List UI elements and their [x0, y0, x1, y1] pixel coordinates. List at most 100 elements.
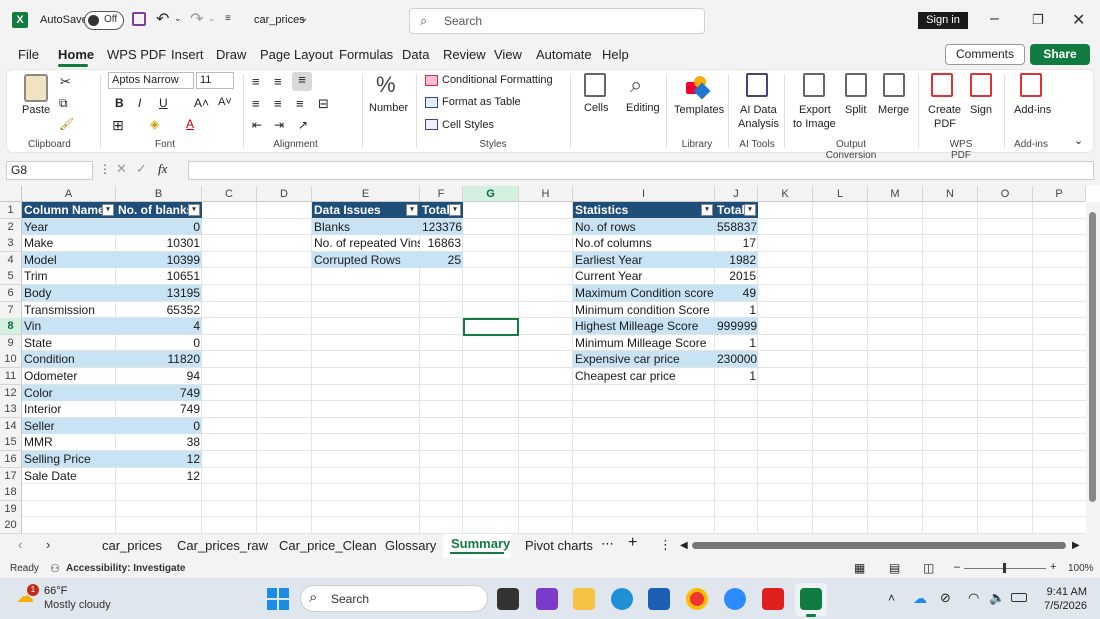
data-issues-table-row-label[interactable]: No. of repeated Vins: [312, 235, 420, 251]
export-label-1[interactable]: Export: [799, 104, 831, 116]
blanks-table-row-value[interactable]: 0: [116, 335, 202, 351]
network-off-icon[interactable]: ⊘: [940, 590, 951, 606]
number-label[interactable]: Number: [369, 102, 408, 114]
blanks-table-header-total[interactable]: No. of blanks ▾: [116, 202, 202, 218]
bold-icon[interactable]: B: [115, 96, 124, 110]
templates-label[interactable]: Templates: [674, 104, 724, 116]
search-box[interactable]: ⌕ Search: [409, 8, 705, 34]
wifi-icon[interactable]: ◠: [968, 590, 979, 606]
column-header-p[interactable]: P: [1033, 186, 1086, 202]
cell-styles-button[interactable]: Cell Styles: [442, 119, 494, 131]
volume-icon[interactable]: 🔈: [989, 590, 1005, 606]
ai-data-label-2[interactable]: Analysis: [738, 118, 779, 130]
statistics-table-row-value[interactable]: 49: [715, 285, 758, 301]
row-header-8[interactable]: 8: [0, 318, 22, 336]
row-header-6[interactable]: 6: [0, 285, 22, 302]
blanks-table-row-label[interactable]: Vin: [22, 318, 116, 335]
align-center-icon[interactable]: ≡: [274, 96, 282, 111]
row-header-11[interactable]: 11: [0, 368, 22, 385]
undo-dropdown-icon[interactable]: ⌄: [174, 13, 182, 24]
zoom-app-icon[interactable]: [724, 588, 746, 610]
row-header-14[interactable]: 14: [0, 417, 22, 435]
cut-icon[interactable]: ✂: [60, 74, 71, 90]
blanks-table-row-value[interactable]: 4: [116, 318, 202, 335]
row-header-18[interactable]: 18: [0, 484, 22, 502]
create-pdf-icon[interactable]: [931, 73, 953, 97]
blanks-table-row-value[interactable]: 38: [116, 434, 202, 450]
filter-dropdown-icon[interactable]: ▾: [449, 204, 461, 216]
row-header-9[interactable]: 9: [0, 334, 22, 352]
fill-color-icon[interactable]: ◈: [150, 117, 159, 131]
menu-wps-pdf[interactable]: WPS PDF: [107, 47, 166, 62]
tab-options-icon[interactable]: ⋮: [659, 537, 672, 553]
blanks-table-row-value[interactable]: 94: [116, 368, 202, 384]
cells-icon[interactable]: [584, 73, 606, 97]
select-all-corner[interactable]: [0, 186, 22, 202]
formula-options-icon[interactable]: ⋮: [99, 162, 111, 176]
orientation-icon[interactable]: ↗: [298, 118, 308, 132]
blanks-table-row-label[interactable]: State: [22, 335, 116, 351]
align-middle-icon[interactable]: ≡: [274, 74, 282, 89]
split-icon[interactable]: [845, 73, 867, 97]
blanks-table-row-label[interactable]: Selling Price: [22, 451, 116, 467]
sheet-tab-car-price-clean[interactable]: Car_price_Clean: [279, 538, 377, 553]
blanks-table-row-label[interactable]: Interior: [22, 401, 116, 417]
export-image-icon[interactable]: [803, 73, 825, 97]
align-bottom-icon[interactable]: ≡: [292, 72, 312, 91]
blanks-table-row-value[interactable]: 10651: [116, 268, 202, 284]
column-header-i[interactable]: I: [573, 186, 715, 202]
borders-icon[interactable]: ⊞: [112, 117, 124, 134]
start-windows-icon[interactable]: [267, 588, 289, 610]
page-layout-view-icon[interactable]: ▤: [889, 561, 900, 575]
paste-icon[interactable]: [24, 74, 48, 102]
column-header-c[interactable]: C: [202, 186, 257, 202]
selected-cell-g8[interactable]: [463, 318, 519, 336]
blanks-table-row-value[interactable]: 749: [116, 401, 202, 417]
filter-dropdown-icon[interactable]: ▾: [406, 204, 418, 216]
statistics-table-header-name[interactable]: Statistics ▾: [573, 202, 715, 218]
filter-dropdown-icon[interactable]: ▾: [744, 204, 756, 216]
undo-icon[interactable]: ↶: [156, 9, 169, 29]
chrome-icon[interactable]: [686, 588, 708, 610]
blanks-table-row-label[interactable]: Odometer: [22, 368, 116, 384]
microsoft365-icon[interactable]: [536, 588, 558, 610]
share-button[interactable]: Share: [1030, 44, 1090, 65]
menu-view[interactable]: View: [494, 47, 522, 62]
sheet-tab-summary[interactable]: Summary: [451, 536, 510, 551]
menu-help[interactable]: Help: [602, 47, 629, 62]
column-header-f[interactable]: F: [420, 186, 463, 202]
blanks-table-row-value[interactable]: 0: [116, 218, 202, 235]
accessibility-icon[interactable]: ⚇: [50, 562, 60, 575]
close-icon[interactable]: ✕: [1072, 10, 1085, 30]
ai-data-analysis-icon[interactable]: [746, 73, 768, 97]
data-issues-table-row-value[interactable]: 25: [420, 251, 463, 268]
menu-data[interactable]: Data: [402, 47, 429, 62]
more-sheets-icon[interactable]: ⋯: [601, 536, 614, 552]
battery-icon[interactable]: [1011, 593, 1027, 602]
redo-dropdown-icon[interactable]: ⌄: [208, 13, 216, 24]
blanks-table-row-label[interactable]: Model: [22, 251, 116, 268]
blanks-table-row-value[interactable]: 10301: [116, 235, 202, 251]
data-issues-table-row-value[interactable]: 16863: [420, 235, 463, 251]
excel-taskbar-icon[interactable]: [800, 588, 822, 610]
onedrive-icon[interactable]: ☁: [913, 590, 927, 607]
vertical-scrollbar[interactable]: [1086, 202, 1100, 534]
data-issues-table-row-label[interactable]: Corrupted Rows: [312, 251, 420, 268]
filter-dropdown-icon[interactable]: ▾: [188, 204, 200, 216]
save-icon[interactable]: [132, 12, 146, 26]
sheet-tab-car-prices-raw[interactable]: Car_prices_raw: [177, 538, 268, 553]
normal-view-icon[interactable]: ▦: [854, 561, 865, 575]
row-header-15[interactable]: 15: [0, 434, 22, 452]
menu-automate[interactable]: Automate: [536, 47, 592, 62]
percent-icon[interactable]: %: [376, 72, 396, 98]
row-header-5[interactable]: 5: [0, 268, 22, 286]
statistics-table-row-value[interactable]: 1: [715, 302, 758, 318]
row-header-17[interactable]: 17: [0, 467, 22, 485]
row-header-16[interactable]: 16: [0, 451, 22, 468]
blanks-table-row-label[interactable]: Trim: [22, 268, 116, 284]
next-sheet-icon[interactable]: ›: [46, 537, 50, 552]
conditional-formatting-button[interactable]: Conditional Formatting: [442, 74, 553, 86]
wps-office-icon[interactable]: [762, 588, 784, 610]
statistics-table-row-label[interactable]: Earliest Year: [573, 251, 715, 268]
formula-input[interactable]: [188, 161, 1094, 180]
